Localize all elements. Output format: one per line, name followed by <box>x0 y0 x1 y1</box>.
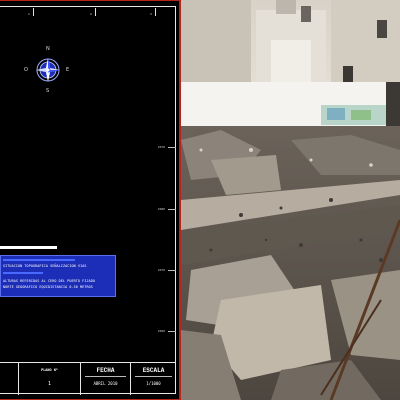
title-block-cell-plano: PLANO Nº 1 <box>18 363 80 395</box>
grid-label-side-1: 2670 <box>157 145 165 149</box>
legend-box[interactable]: SITUACION TOPOGRAFICA SEÑALIZACION VIAS … <box>0 255 116 297</box>
grid-label-side-3: 2670 <box>157 268 165 272</box>
cad-drawing-panel[interactable]: 1 2 3 2670 2680 2670 2660 N S E O SITUAC… <box>0 0 181 400</box>
title-block-fecha-value: ABRIL 2010 <box>93 381 118 386</box>
scale-bar <box>0 246 57 249</box>
compass-south-label: S <box>46 88 50 94</box>
title-block-cell-1 <box>0 363 18 395</box>
grid-tick-top-2 <box>95 8 96 16</box>
grid-tick-top-3 <box>155 8 156 16</box>
compass-north-label: N <box>46 46 50 52</box>
title-block-cell-escala: ESCALA 1/1000 <box>130 363 176 395</box>
grid-label-side-4: 2660 <box>157 329 165 333</box>
grid-label-top-1: 1 <box>28 12 31 16</box>
title-block-plano-head: PLANO Nº <box>41 369 58 373</box>
title-block: PLANO Nº 1 FECHA ABRIL 2010 ESCALA 1/100… <box>0 362 176 395</box>
title-block-plano-value: 1 <box>47 381 51 387</box>
title-block-cell-fecha: FECHA ABRIL 2010 <box>80 363 130 395</box>
north-arrow-compass: N S E O <box>24 46 70 94</box>
compass-west-label: O <box>24 67 28 73</box>
title-block-escala-value: 1/1000 <box>146 381 161 386</box>
legend-rule-1 <box>3 259 75 261</box>
grid-tick-top-1 <box>33 8 34 16</box>
grid-label-top-3: 3 <box>150 12 153 16</box>
title-block-fecha-rule <box>85 376 126 377</box>
site-photo <box>181 0 400 400</box>
legend-rule-2 <box>3 272 43 274</box>
compass-rose-icon <box>36 58 60 82</box>
grid-label-side-2: 2680 <box>157 207 165 211</box>
grid-tick-side-4 <box>168 331 176 332</box>
legend-line-2: ALTURAS REFERIDAS AL CERO DEL PUERTO FIJ… <box>3 279 96 283</box>
legend-line-3: NORTE GEOGRAFICO EQUIDISTANCIA 0.50 METR… <box>3 285 93 289</box>
title-block-escala-rule <box>135 376 172 377</box>
legend-line-1: SITUACION TOPOGRAFICA SEÑALIZACION VIAS <box>3 264 87 268</box>
grid-tick-side-1 <box>168 147 176 148</box>
grid-tick-side-2 <box>168 209 176 210</box>
title-block-fecha-head: FECHA <box>96 367 115 374</box>
title-block-escala-head: ESCALA <box>142 367 165 374</box>
rubble-photo-icon <box>181 0 400 400</box>
grid-label-top-2: 2 <box>90 12 93 16</box>
grid-tick-side-3 <box>168 270 176 271</box>
compass-east-label: E <box>66 67 70 73</box>
